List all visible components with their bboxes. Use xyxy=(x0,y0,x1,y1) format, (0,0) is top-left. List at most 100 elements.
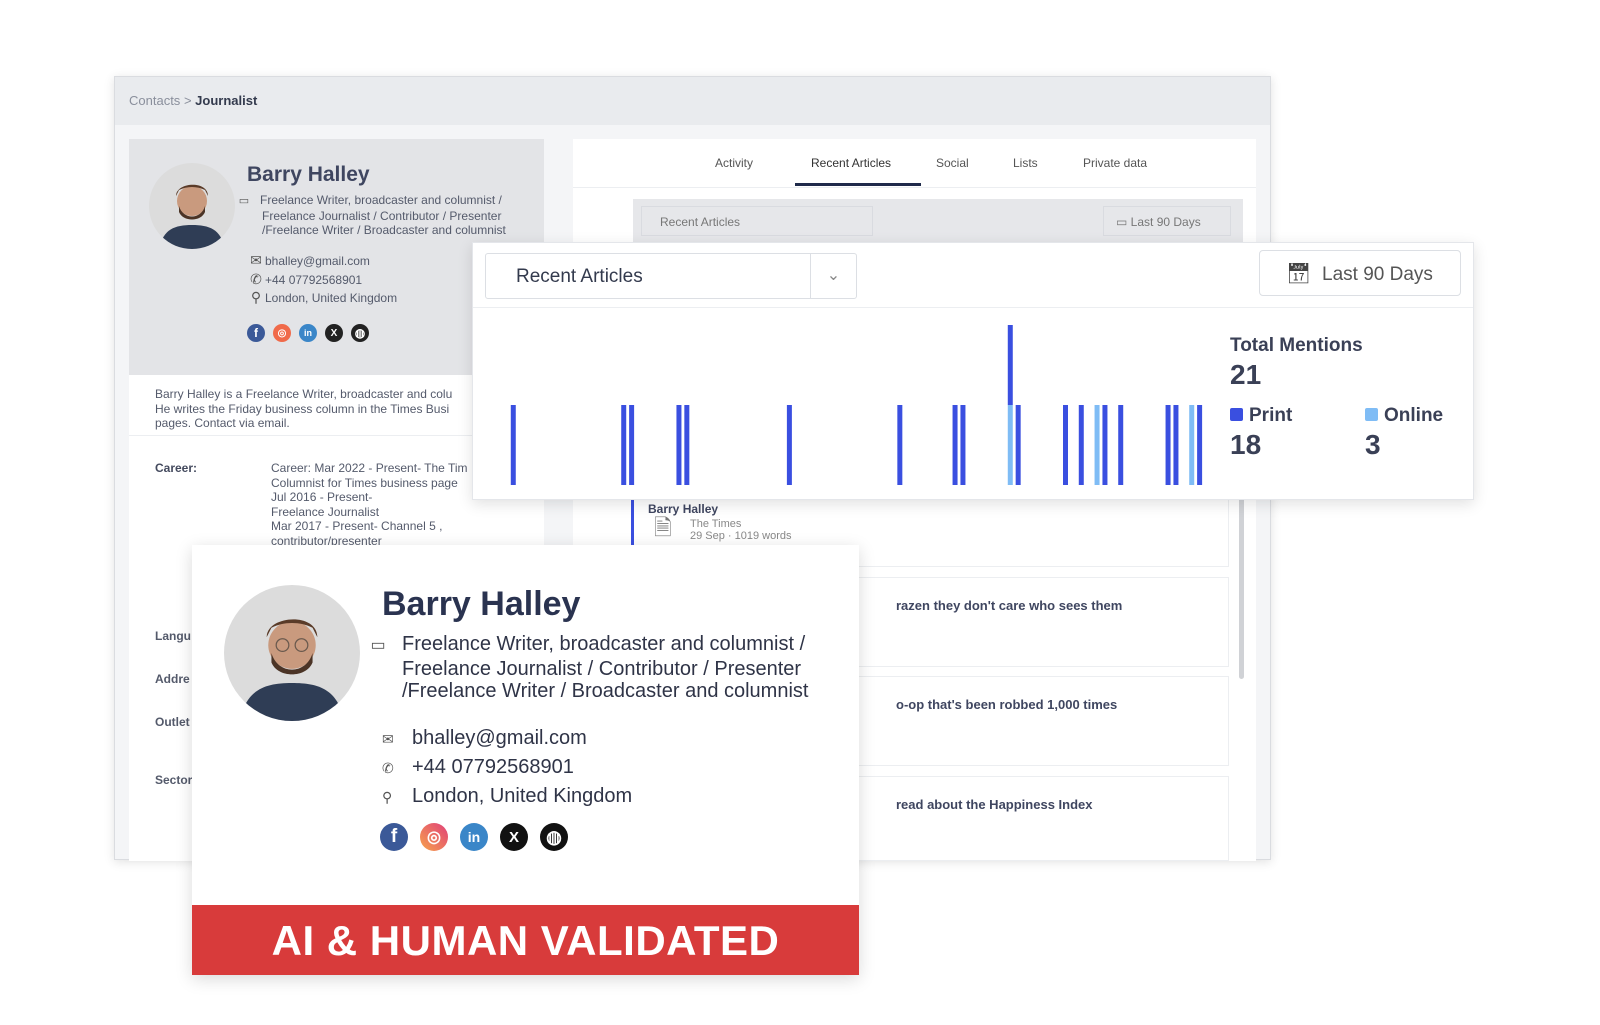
avatar-large xyxy=(224,585,360,721)
phone-icon: ✆ xyxy=(382,760,394,776)
id-card-icon: ▭ xyxy=(238,195,250,207)
tab-social[interactable]: Social xyxy=(936,156,969,170)
field-language: Langu xyxy=(155,629,191,643)
field-address: Addre xyxy=(155,672,190,686)
chevron-down-icon: ⌄ xyxy=(810,254,856,298)
career-list: Career: Mar 2022 - Present- The Tim Colum… xyxy=(271,461,468,548)
select-value: Recent Articles xyxy=(516,266,643,287)
print-bar xyxy=(1007,325,1013,405)
legend-online: Online xyxy=(1365,405,1443,427)
print-bar xyxy=(629,405,635,485)
tab-lists[interactable]: Lists xyxy=(1013,156,1038,170)
breadcrumb: Contacts > Journalist xyxy=(115,77,1270,125)
article-type-select-bg[interactable]: Recent Articles xyxy=(641,206,873,236)
tab-recent-articles[interactable]: Recent Articles xyxy=(811,156,891,170)
date-range-label: Last 90 Days xyxy=(1130,215,1201,229)
total-mentions-value: 21 xyxy=(1230,359,1262,390)
x-icon[interactable]: X xyxy=(500,823,528,851)
globe-icon[interactable]: ◍ xyxy=(351,324,369,342)
card-email-row: ✉ bhalley@gmail.com xyxy=(382,727,587,751)
calendar-icon: 📅︎ xyxy=(1286,263,1312,285)
tab-activity[interactable]: Activity xyxy=(715,156,753,170)
career-line: Jul 2016 - Present- xyxy=(271,490,373,504)
location: London, United Kingdom xyxy=(265,291,398,305)
card-location: London, United Kingdom xyxy=(412,785,633,807)
active-tab-indicator xyxy=(795,183,921,186)
online-bar xyxy=(1007,405,1013,485)
instagram-icon[interactable]: ◎ xyxy=(420,823,448,851)
field-sector: Sector xyxy=(155,773,193,787)
avatar xyxy=(149,163,235,249)
breadcrumb-contacts[interactable]: Contacts xyxy=(129,93,180,108)
map-pin-icon: ⚲ xyxy=(382,789,393,805)
online-bar xyxy=(1189,405,1195,485)
career-line: Freelance Journalist xyxy=(271,504,380,519)
print-bar xyxy=(1118,405,1124,485)
card-phone[interactable]: +44 07792568901 xyxy=(412,756,574,778)
card-social-links: f ◎ in X ◍ xyxy=(380,823,568,851)
card-location-row: ⚲ London, United Kingdom xyxy=(382,785,632,809)
social-links: f ◎ in X ◍ xyxy=(247,324,369,342)
date-range-button[interactable]: 📅︎ Last 90 Days xyxy=(1259,250,1461,296)
article-title: read about the Happiness Index xyxy=(896,797,1093,812)
print-value: 18 xyxy=(1230,429,1262,460)
career-line: Columnist for Times business page xyxy=(271,475,458,490)
calendar-icon: ▭ xyxy=(1116,215,1131,229)
validated-banner: AI & HUMAN VALIDATED xyxy=(192,905,859,975)
linkedin-icon[interactable]: in xyxy=(460,823,488,851)
phone[interactable]: +44 07792568901 xyxy=(265,273,362,287)
instagram-icon[interactable]: ◎ xyxy=(273,324,291,342)
bio: Barry Halley is a Freelance Writer, broa… xyxy=(155,387,453,430)
profile-card: Barry Halley ▭ Freelance Writer, broadcas… xyxy=(192,545,859,975)
online-label: Online xyxy=(1384,405,1444,426)
id-card-icon: ▭ xyxy=(370,637,386,654)
article-type-select[interactable]: Recent Articles ⌄ xyxy=(485,253,857,299)
x-icon[interactable]: X xyxy=(325,324,343,342)
globe-icon[interactable]: ◍ xyxy=(540,823,568,851)
print-bar xyxy=(676,405,682,485)
phone-row: ✆ +44 07792568901 xyxy=(247,272,362,288)
phone-icon: ✆ xyxy=(250,271,262,287)
print-bar xyxy=(1063,405,1068,485)
document-icon: 🗎 xyxy=(654,515,672,540)
legend-print: Print xyxy=(1230,405,1292,427)
tab-private-data[interactable]: Private data xyxy=(1083,156,1147,170)
card-email[interactable]: bhalley@gmail.com xyxy=(412,727,587,749)
facebook-icon[interactable]: f xyxy=(380,823,408,851)
online-value: 3 xyxy=(1365,429,1381,460)
career-line: Mar 2017 - Present- Channel 5 , xyxy=(271,519,443,533)
date-range-label: Last 90 Days xyxy=(1322,264,1433,285)
toolbar-background: Recent Articles ▭ Last 90 Days xyxy=(633,199,1243,243)
print-bar xyxy=(897,405,903,485)
email[interactable]: bhalley@gmail.com xyxy=(265,254,370,268)
location-row: ⚲ London, United Kingdom xyxy=(247,290,397,306)
print-bar xyxy=(621,405,627,485)
print-swatch xyxy=(1230,408,1243,421)
print-bar xyxy=(786,405,792,485)
profile-role: ▭ Freelance Writer, broadcaster and colum… xyxy=(238,193,535,238)
print-bar xyxy=(1078,405,1084,485)
mail-icon: ✉ xyxy=(382,731,394,747)
online-swatch xyxy=(1365,408,1378,421)
scrollbar[interactable] xyxy=(1239,489,1244,679)
field-outlet: Outlet xyxy=(155,715,190,729)
card-role-text: Freelance Writer, broadcaster and column… xyxy=(402,633,809,702)
card-role: ▭ Freelance Writer, broadcaster and colum… xyxy=(370,633,828,703)
online-bar xyxy=(1094,405,1100,485)
linkedin-icon[interactable]: in xyxy=(299,324,317,342)
print-bar xyxy=(684,405,690,485)
total-mentions-label: Total Mentions xyxy=(1230,335,1363,356)
mentions-chart-panel: Recent Articles ⌄ 📅︎ Last 90 Days Total … xyxy=(472,242,1474,500)
article-outlet: The Times xyxy=(690,518,742,530)
mail-icon: ✉ xyxy=(250,252,262,268)
card-name: Barry Halley xyxy=(382,585,581,623)
card-phone-row: ✆ +44 07792568901 xyxy=(382,756,574,780)
date-range-bg[interactable]: ▭ Last 90 Days xyxy=(1103,206,1231,236)
print-label: Print xyxy=(1249,405,1293,426)
chevron-right-icon: > xyxy=(183,93,196,108)
print-bar xyxy=(952,405,958,485)
print-bar xyxy=(1173,405,1179,485)
facebook-icon[interactable]: f xyxy=(247,324,265,342)
print-bar xyxy=(1197,405,1203,485)
map-pin-icon: ⚲ xyxy=(250,289,262,305)
